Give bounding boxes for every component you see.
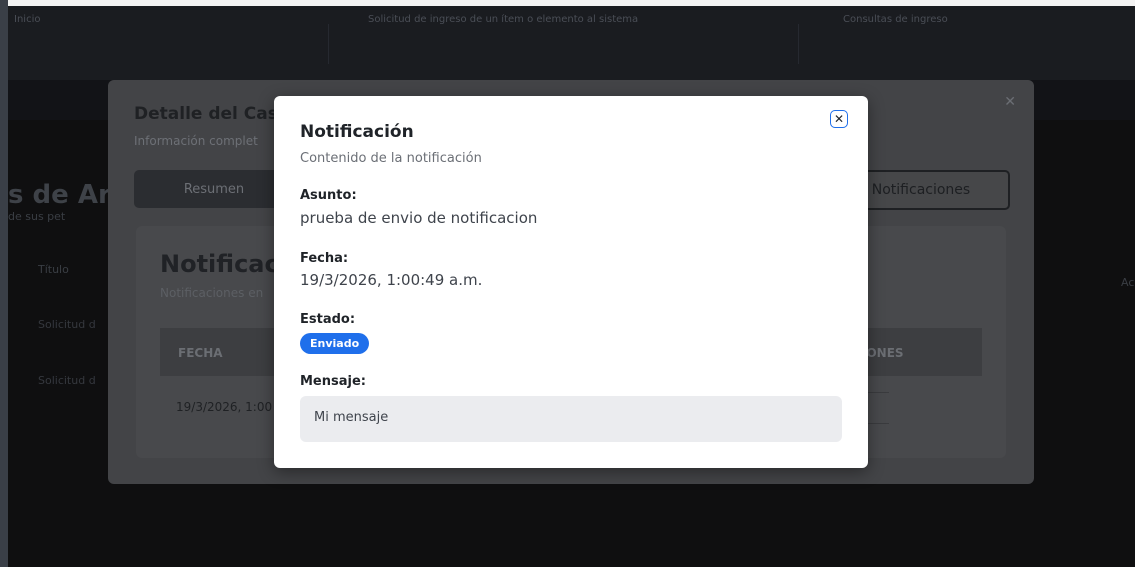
bg-header-divider	[798, 24, 799, 64]
background-table-row: Solicitud d	[38, 318, 96, 331]
column-header-date: FECHA	[178, 346, 223, 360]
close-button[interactable]: ✕	[830, 110, 848, 128]
bg-header-item: Inicio	[14, 14, 41, 25]
column-header-actions: IONES	[862, 346, 904, 360]
background-table-header: Título	[38, 263, 69, 276]
notification-modal: ✕ Notificación Contenido de la notificac…	[274, 96, 868, 468]
subject-label: Asunto:	[300, 188, 357, 203]
subject-value: prueba de envio de notificacion	[300, 209, 538, 227]
background-table-row: Solicitud d	[38, 374, 96, 387]
background-page-subtitle: de sus pet	[8, 210, 66, 223]
tab-summary[interactable]: Resumen	[134, 170, 294, 208]
date-label: Fecha:	[300, 251, 349, 266]
window-left-edge	[0, 0, 8, 567]
message-value: Mi mensaje	[314, 410, 389, 425]
case-detail-title: Detalle del Caso	[134, 104, 290, 124]
bg-header-item: Consultas de ingreso	[843, 14, 948, 25]
close-icon[interactable]: ✕	[1004, 94, 1016, 110]
close-icon: ✕	[833, 112, 845, 126]
message-label: Mensaje:	[300, 374, 366, 389]
background-header: Inicio Solicitud de ingreso de un ítem o…	[8, 6, 1135, 80]
table-cell-date: 19/3/2026, 1:00	[176, 400, 273, 414]
notifications-card-subtitle: Notificaciones en	[160, 286, 264, 300]
bg-header-divider	[328, 24, 329, 64]
background-table-header: Ac	[1121, 276, 1135, 289]
date-value: 19/3/2026, 1:00:49 a.m.	[300, 271, 483, 289]
modal-title: Notificación	[300, 122, 414, 142]
status-label: Estado:	[300, 312, 356, 327]
bg-header-item: Solicitud de ingreso de un ítem o elemen…	[368, 14, 639, 25]
case-detail-subtitle: Información complet	[134, 134, 258, 148]
status-badge: Enviado	[300, 333, 370, 354]
modal-subtitle: Contenido de la notificación	[300, 151, 482, 166]
message-box: Mi mensaje	[300, 396, 842, 442]
